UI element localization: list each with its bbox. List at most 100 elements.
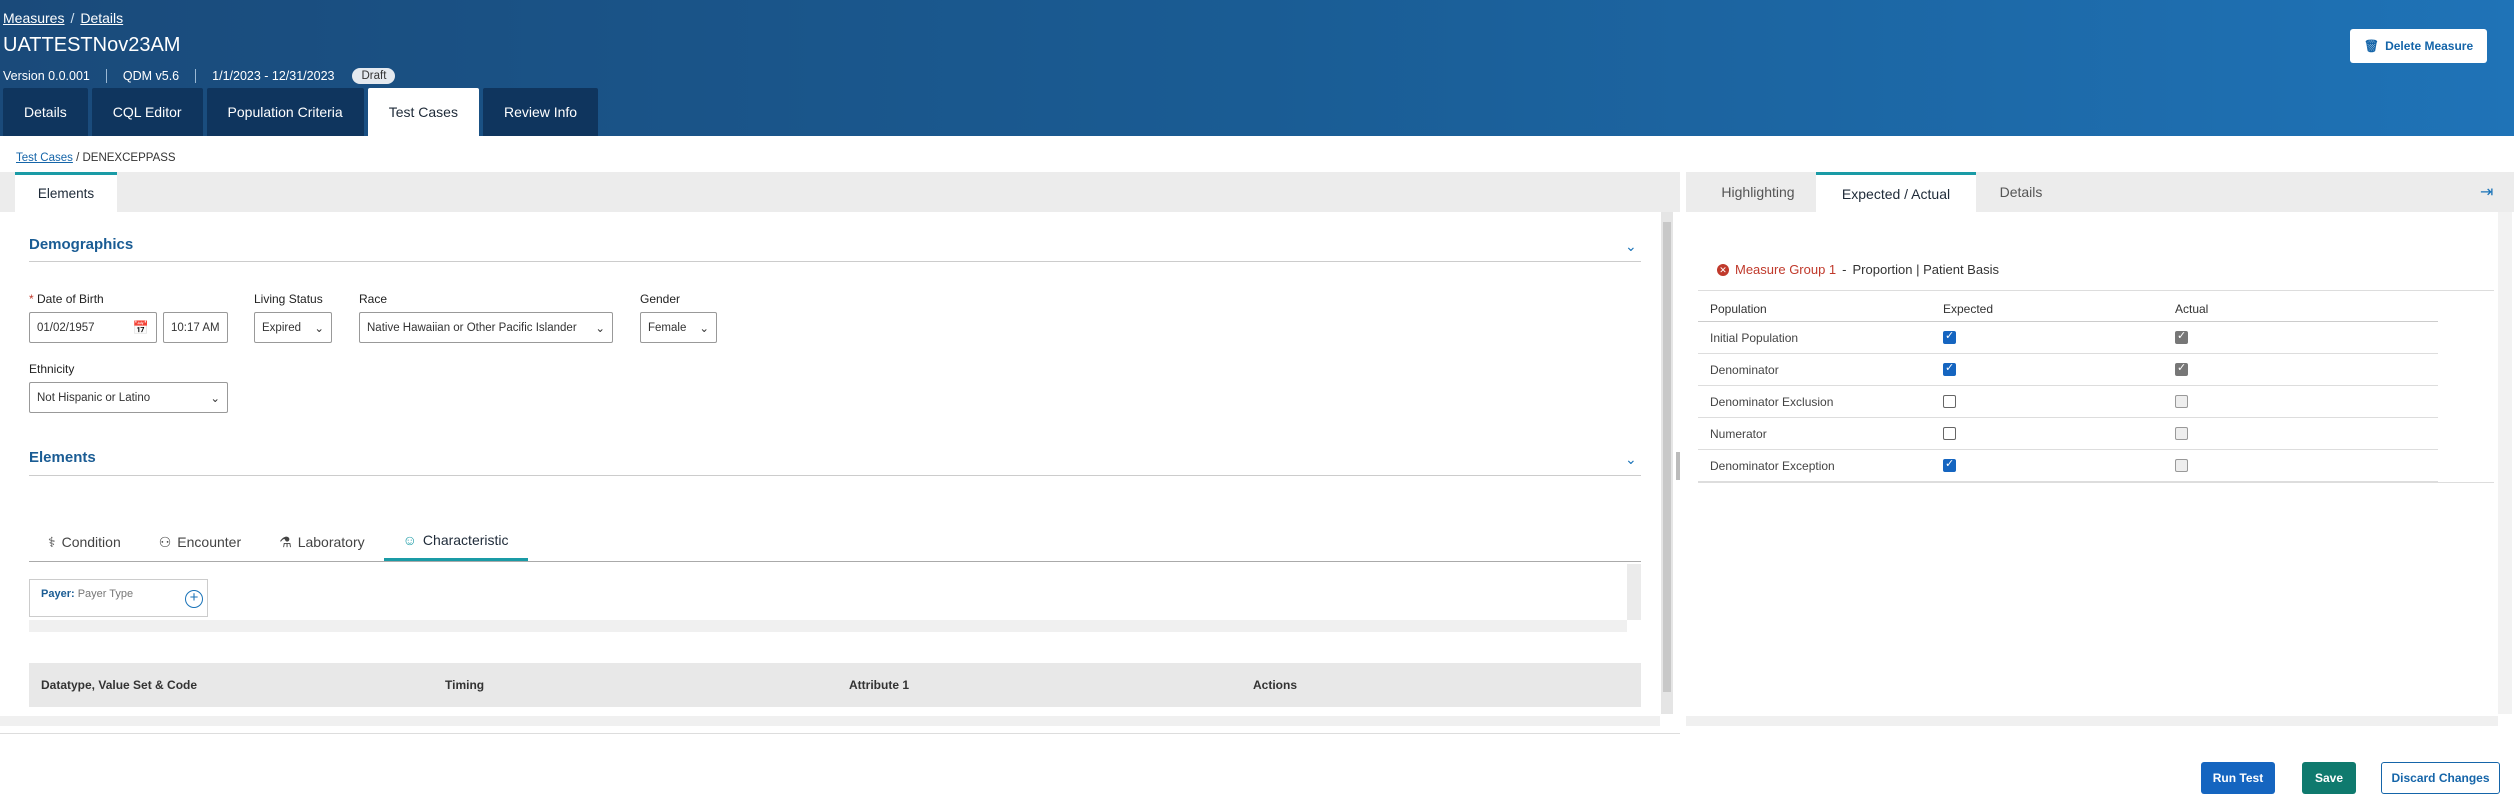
actual-checkbox <box>2175 329 2188 344</box>
status-badge: Draft <box>352 68 396 84</box>
expected-checkbox[interactable] <box>1943 395 1956 408</box>
chevron-down-icon[interactable]: ⌄ <box>1625 451 1637 468</box>
scrollbar[interactable] <box>1627 564 1641 620</box>
tab-condition-label: Condition <box>61 534 121 550</box>
scrollbar[interactable] <box>29 620 1627 632</box>
delete-measure-button[interactable]: 🗑 Delete Measure <box>2350 29 2487 63</box>
population-name: Denominator <box>1710 363 1779 377</box>
population-name: Denominator Exception <box>1710 459 1835 473</box>
demographics-heading: Demographics <box>29 236 134 253</box>
table-header-row: Population Expected Actual <box>1698 294 2438 322</box>
dob-label-text: Date of Birth <box>37 292 104 306</box>
chevron-down-icon: ⌄ <box>699 322 709 335</box>
living-status-select[interactable]: Expired ⌄ <box>254 312 332 343</box>
dob-input[interactable]: 01/02/1957 📅 <box>29 312 157 343</box>
living-status-label: Living Status <box>254 292 323 306</box>
tab-elements[interactable]: Elements <box>15 172 117 212</box>
payer-text: Payer: Payer Type <box>41 588 133 600</box>
gender-value: Female <box>648 321 687 334</box>
column-header: Actual <box>2175 302 2209 316</box>
chevron-down-icon[interactable]: ⌄ <box>1625 238 1637 255</box>
race-select[interactable]: Native Hawaiian or Other Pacific Islande… <box>359 312 613 343</box>
expected-checkbox[interactable] <box>1943 457 1956 472</box>
ethnicity-select[interactable]: Not Hispanic or Latino ⌄ <box>29 382 228 413</box>
scrollbar[interactable] <box>0 716 1660 726</box>
scrollbar[interactable] <box>1661 212 1673 714</box>
chevron-down-icon: ⌄ <box>595 322 605 335</box>
tab-encounter[interactable]: ⚇ Encounter <box>140 522 260 562</box>
calendar-icon[interactable]: 📅 <box>133 320 149 336</box>
tab-highlighting[interactable]: Highlighting <box>1686 172 1830 212</box>
page-header: Measures / Details UATTESTNov23AM Version … <box>0 0 2514 136</box>
collapse-panel-icon[interactable]: ⇥ <box>2480 182 2493 202</box>
table-row: Numerator <box>1698 418 2438 450</box>
tab-review-info[interactable]: Review Info <box>482 88 599 136</box>
expected-checkbox[interactable] <box>1943 427 1956 440</box>
elements-heading: Elements <box>29 449 96 466</box>
column-header: Population <box>1710 302 1767 316</box>
test-case-name: / DENEXCEPPASS <box>76 152 176 164</box>
measure-group-title: Measure Group 1 <box>1735 262 1837 277</box>
expected-checkbox[interactable] <box>1943 329 1956 344</box>
tab-expected-actual[interactable]: Expected / Actual <box>1816 172 1976 212</box>
scrollbar[interactable] <box>1686 716 2498 726</box>
test-cases-link[interactable]: Test Cases <box>16 152 73 164</box>
measure-period: 1/1/2023 - 12/31/2023 <box>212 69 335 83</box>
tab-details[interactable]: Details <box>3 88 88 136</box>
actual-checkbox <box>2175 361 2188 376</box>
dob-value: 01/02/1957 <box>37 321 95 334</box>
time-value: 10:17 AM <box>171 321 220 334</box>
measure-qdm: QDM v5.6 <box>122 69 180 83</box>
add-circle-icon[interactable]: + <box>185 590 203 608</box>
gender-select[interactable]: Female ⌄ <box>640 312 717 343</box>
table-row: Initial Population <box>1698 322 2438 354</box>
stethoscope-icon: ⚕ <box>48 533 56 550</box>
expected-checkbox[interactable] <box>1943 361 1956 376</box>
results-pane: Highlighting Expected / Actual Details ⇥… <box>1686 172 2514 734</box>
save-button[interactable]: Save <box>2302 762 2356 794</box>
population-name: Denominator Exclusion <box>1710 395 1834 409</box>
tab-laboratory[interactable]: ⚗ Laboratory <box>260 522 384 562</box>
delete-measure-label: Delete Measure <box>2385 39 2474 53</box>
scrollbar[interactable] <box>2498 212 2512 714</box>
divider <box>1698 482 2494 483</box>
elements-tabbar: Elements <box>0 172 1680 212</box>
divider <box>1698 290 2494 291</box>
gender-label: Gender <box>640 292 681 306</box>
actual-checkbox <box>2175 427 2188 440</box>
measure-group-subtitle: Proportion | Patient Basis <box>1852 262 1999 277</box>
element-category-tabs: ⚕ Condition ⚇ Encounter ⚗ Laboratory ☺ Chara… <box>29 522 528 562</box>
test-case-breadcrumb: Test Cases / DENEXCEPPASS <box>16 152 176 164</box>
table-row: Denominator <box>1698 354 2438 386</box>
scrollbar-thumb[interactable] <box>1663 222 1671 692</box>
tab-population-criteria[interactable]: Population Criteria <box>206 88 364 136</box>
tab-details-right[interactable]: Details <box>1976 172 2066 212</box>
breadcrumb-details-link[interactable]: Details <box>80 10 123 26</box>
pane-resize-handle[interactable] <box>1676 452 1680 480</box>
actual-checkbox <box>2175 459 2188 472</box>
breadcrumb-measures-link[interactable]: Measures <box>3 10 64 26</box>
tab-condition[interactable]: ⚕ Condition <box>29 522 140 562</box>
meta-divider <box>195 69 197 83</box>
people-icon: ⚇ <box>158 533 172 550</box>
population-name: Numerator <box>1710 427 1767 441</box>
tab-test-cases[interactable]: Test Cases <box>367 88 479 136</box>
table-row: Denominator Exception <box>1698 450 2438 482</box>
measure-version: Version 0.0.001 <box>3 69 90 83</box>
living-status-value: Expired <box>262 321 301 334</box>
elements-table-header: Datatype, Value Set & Code Timing Attrib… <box>29 663 1641 707</box>
run-test-button[interactable]: Run Test <box>2201 762 2275 794</box>
divider <box>29 561 1641 562</box>
column-header: Attribute 1 <box>849 678 909 692</box>
chevron-down-icon: ⌄ <box>210 392 220 405</box>
population-name: Initial Population <box>1710 331 1799 345</box>
tab-characteristic[interactable]: ☺ Characteristic <box>383 522 528 562</box>
race-value: Native Hawaiian or Other Pacific Islande… <box>367 321 577 334</box>
discard-changes-button[interactable]: Discard Changes <box>2381 762 2500 794</box>
measure-group-heading: ✕ Measure Group 1 - Proportion | Patient… <box>1717 262 1999 277</box>
results-tabbar: Highlighting Expected / Actual Details ⇥ <box>1686 172 2514 212</box>
time-input[interactable]: 10:17 AM <box>163 312 228 343</box>
chevron-down-icon: ⌄ <box>314 322 324 335</box>
column-header: Actions <box>1253 678 1298 692</box>
tab-cql-editor[interactable]: CQL Editor <box>91 88 203 136</box>
